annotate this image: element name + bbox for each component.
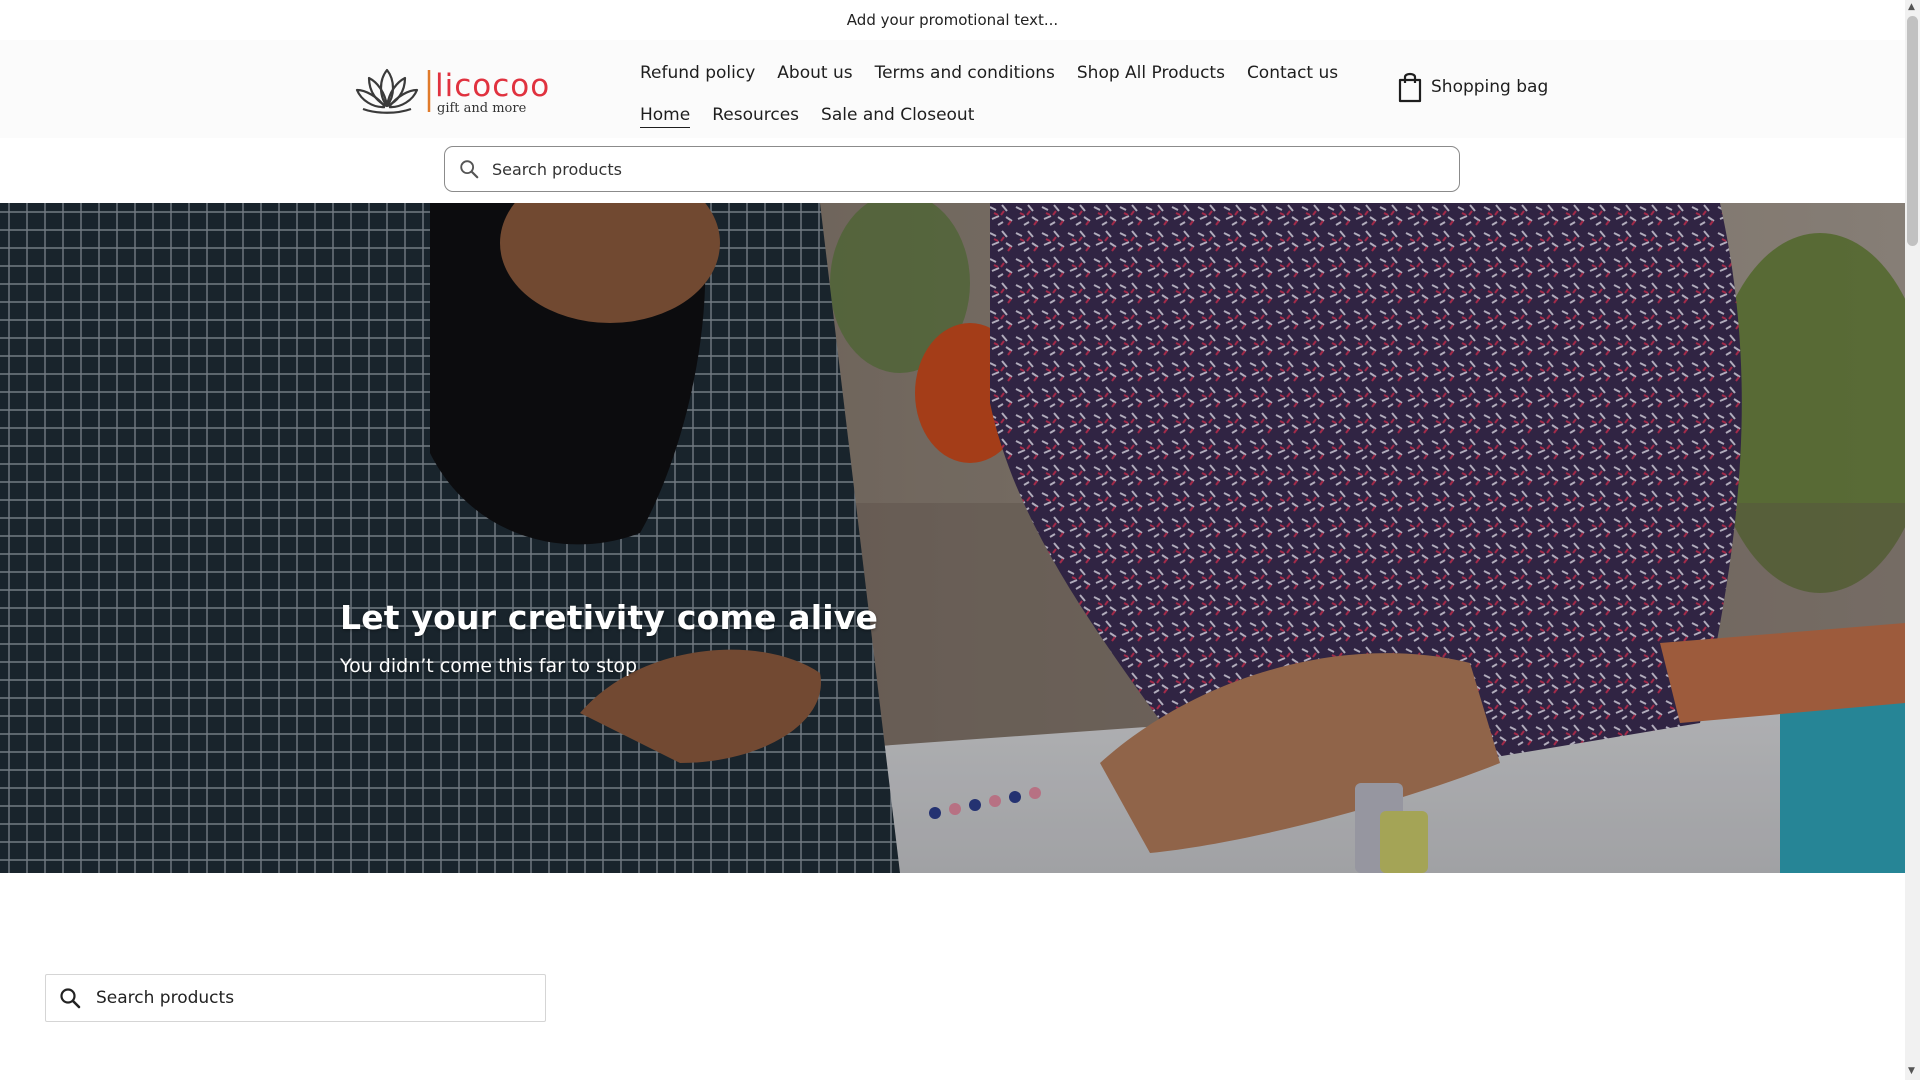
nav-home[interactable]: Home — [640, 105, 691, 128]
scroll-down-icon[interactable]: ▼ — [1908, 1066, 1915, 1076]
search-icon — [60, 988, 81, 1009]
scroll-thumb[interactable] — [1907, 16, 1918, 246]
lotus-icon — [355, 68, 419, 114]
nav-resources[interactable]: Resources — [712, 105, 799, 127]
scroll-up-icon[interactable]: ▲ — [1908, 2, 1915, 12]
hero-title: Let your cretivity come alive — [340, 598, 879, 637]
hero-subtitle: You didn’t come this far to stop — [340, 655, 638, 677]
main-nav: Refund policy About us Terms and conditi… — [640, 60, 1340, 144]
hero-image — [0, 203, 1905, 873]
hero-banner: Let your cretivity come alive You didn’t… — [0, 203, 1905, 873]
nav-sale-and-closeout[interactable]: Sale and Closeout — [821, 105, 974, 127]
site-header: licocoo gift and more Refund policy Abou… — [0, 40, 1905, 138]
shopping-bag-icon — [1398, 72, 1422, 103]
nav-row-1: Refund policy About us Terms and conditi… — [640, 60, 1340, 88]
hero-text: Let your cretivity come alive You didn’t… — [340, 598, 878, 677]
product-search-input[interactable] — [94, 987, 545, 1009]
nav-contact-us[interactable]: Contact us — [1247, 63, 1338, 85]
logo-link[interactable]: licocoo gift and more — [355, 62, 580, 118]
search-icon — [460, 160, 479, 179]
logo-brand: licocoo — [435, 68, 550, 104]
promo-text: Add your promotional text... — [846, 11, 1059, 29]
nav-refund-policy[interactable]: Refund policy — [640, 63, 755, 85]
logo-tagline: gift and more — [437, 101, 527, 116]
nav-terms-and-conditions[interactable]: Terms and conditions — [875, 63, 1055, 85]
shopping-bag-label: Shopping bag — [1431, 77, 1549, 97]
product-search-bar[interactable] — [45, 974, 546, 1022]
header-search-bar[interactable] — [444, 146, 1460, 192]
shopping-bag-button[interactable]: Shopping bag — [1397, 70, 1548, 104]
nav-about-us[interactable]: About us — [777, 63, 852, 85]
page-scrollbar[interactable]: ▲ ▼ — [1905, 0, 1920, 1080]
nav-row-2: Home Resources Sale and Closeout — [640, 102, 1340, 130]
nav-shop-all-products[interactable]: Shop All Products — [1077, 63, 1225, 85]
header-search-input[interactable] — [490, 158, 1459, 180]
logo: licocoo gift and more — [355, 68, 550, 116]
promo-bar: Add your promotional text... — [0, 0, 1905, 40]
